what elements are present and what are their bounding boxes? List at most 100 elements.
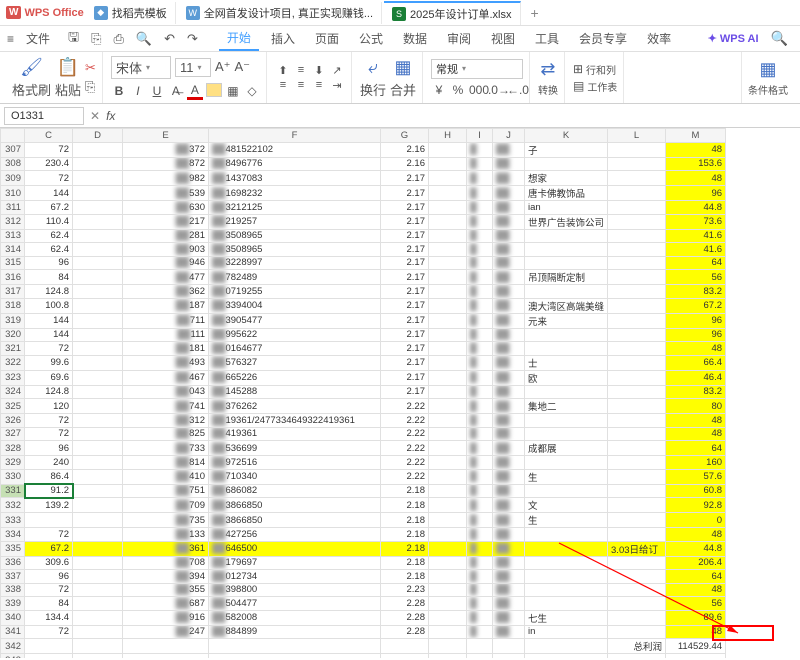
- cell[interactable]: ██187: [123, 298, 209, 313]
- select-all-corner[interactable]: [1, 129, 25, 143]
- cell[interactable]: [73, 142, 123, 157]
- table-row[interactable]: 32672██312██19361/24773346493224193612.2…: [1, 414, 726, 428]
- table-row[interactable]: 33472██133██4272562.18███48: [1, 528, 726, 542]
- cell[interactable]: [429, 370, 467, 385]
- cell[interactable]: 206.4: [666, 556, 726, 570]
- cell[interactable]: [525, 427, 608, 441]
- col-header-H[interactable]: H: [429, 129, 467, 143]
- row-header[interactable]: 330: [1, 469, 25, 484]
- cell[interactable]: 72: [25, 342, 73, 356]
- cell[interactable]: ██3228997: [209, 256, 381, 270]
- cell[interactable]: 0: [666, 513, 726, 528]
- cell[interactable]: [429, 298, 467, 313]
- cell[interactable]: 72: [25, 427, 73, 441]
- cell[interactable]: [608, 342, 666, 356]
- cell[interactable]: [608, 285, 666, 299]
- table-row[interactable]: 31167.2██630██32121252.17███ian44.8: [1, 201, 726, 215]
- strike-button[interactable]: A̶: [168, 84, 184, 98]
- cell[interactable]: [608, 625, 666, 639]
- cell[interactable]: [429, 484, 467, 498]
- cell[interactable]: [608, 583, 666, 597]
- cell[interactable]: [608, 484, 666, 498]
- cell[interactable]: ██741: [123, 399, 209, 414]
- cell[interactable]: [525, 385, 608, 399]
- cell[interactable]: ██1437083: [209, 171, 381, 186]
- cell[interactable]: [429, 157, 467, 171]
- cell[interactable]: [73, 399, 123, 414]
- cell[interactable]: [73, 427, 123, 441]
- row-header[interactable]: 322: [1, 355, 25, 370]
- name-box[interactable]: O1331: [4, 107, 84, 125]
- cell[interactable]: 67.2: [25, 201, 73, 215]
- cell[interactable]: 2.18: [381, 570, 429, 584]
- cell[interactable]: ██: [493, 142, 525, 157]
- cell[interactable]: [525, 328, 608, 342]
- cell[interactable]: ██355: [123, 583, 209, 597]
- cell[interactable]: █: [467, 385, 493, 399]
- cell[interactable]: [525, 229, 608, 243]
- row-header[interactable]: 310: [1, 186, 25, 201]
- cell[interactable]: 139.2: [25, 498, 73, 513]
- cell[interactable]: █: [467, 498, 493, 513]
- cell[interactable]: [608, 513, 666, 528]
- cell[interactable]: ██946: [123, 256, 209, 270]
- cell[interactable]: █: [467, 186, 493, 201]
- cell[interactable]: [73, 270, 123, 285]
- cell[interactable]: 想家: [525, 171, 608, 186]
- cell[interactable]: 230.4: [25, 157, 73, 171]
- menu-工具[interactable]: 工具: [527, 27, 567, 50]
- cell[interactable]: ██: [493, 597, 525, 611]
- cell[interactable]: [525, 256, 608, 270]
- cell[interactable]: 文: [525, 498, 608, 513]
- cell[interactable]: █: [467, 229, 493, 243]
- fill-color-button[interactable]: [206, 83, 222, 100]
- cell[interactable]: [73, 484, 123, 498]
- cell[interactable]: 48: [666, 583, 726, 597]
- cell[interactable]: [73, 385, 123, 399]
- cell[interactable]: [73, 441, 123, 456]
- cell[interactable]: [608, 570, 666, 584]
- cell[interactable]: ██995622: [209, 328, 381, 342]
- table-row[interactable]: 33984██687██5044772.28███56: [1, 597, 726, 611]
- table-row[interactable]: 32172██181██01646772.17███48: [1, 342, 726, 356]
- cell[interactable]: [429, 610, 467, 625]
- cell[interactable]: 62.4: [25, 229, 73, 243]
- cell[interactable]: ██: [493, 370, 525, 385]
- cell[interactable]: [429, 625, 467, 639]
- cell[interactable]: [25, 513, 73, 528]
- cell[interactable]: 110.4: [25, 214, 73, 229]
- cell[interactable]: 2.17: [381, 270, 429, 285]
- row-header[interactable]: 317: [1, 285, 25, 299]
- cell[interactable]: ██481522102: [209, 142, 381, 157]
- align-top-icon[interactable]: ⬆: [275, 64, 291, 77]
- cell[interactable]: 2.17: [381, 186, 429, 201]
- table-row[interactable]: 329240██814██9725162.22███160: [1, 456, 726, 470]
- preview-icon[interactable]: 🔍: [133, 31, 155, 47]
- cell[interactable]: ██504477: [209, 597, 381, 611]
- cell[interactable]: [608, 399, 666, 414]
- cell[interactable]: ██687: [123, 597, 209, 611]
- font-name-select[interactable]: 宋体▾: [111, 56, 171, 79]
- cell[interactable]: ██735: [123, 513, 209, 528]
- cell[interactable]: [608, 385, 666, 399]
- cell[interactable]: 元来: [525, 313, 608, 328]
- cell[interactable]: ██0719255: [209, 285, 381, 299]
- menu-效率[interactable]: 效率: [639, 27, 679, 50]
- number-format-select[interactable]: 常规▾: [431, 59, 523, 79]
- cond-fmt-button[interactable]: ▦条件格式: [748, 59, 788, 97]
- cell[interactable]: ██3508965: [209, 243, 381, 257]
- font-color-button[interactable]: A: [187, 83, 203, 100]
- cell[interactable]: 3.03日给订: [608, 541, 666, 556]
- cell[interactable]: 2.16: [381, 142, 429, 157]
- table-row[interactable]: 33796██394██0127342.18███64: [1, 570, 726, 584]
- cell[interactable]: [429, 256, 467, 270]
- row-header[interactable]: 320: [1, 328, 25, 342]
- cell[interactable]: [608, 498, 666, 513]
- file-menu[interactable]: 文件: [23, 30, 53, 47]
- cell[interactable]: ██1698232: [209, 186, 381, 201]
- cell[interactable]: █: [467, 597, 493, 611]
- cell[interactable]: ██376262: [209, 399, 381, 414]
- cell[interactable]: 七生: [525, 610, 608, 625]
- cell[interactable]: [608, 171, 666, 186]
- cell[interactable]: [429, 399, 467, 414]
